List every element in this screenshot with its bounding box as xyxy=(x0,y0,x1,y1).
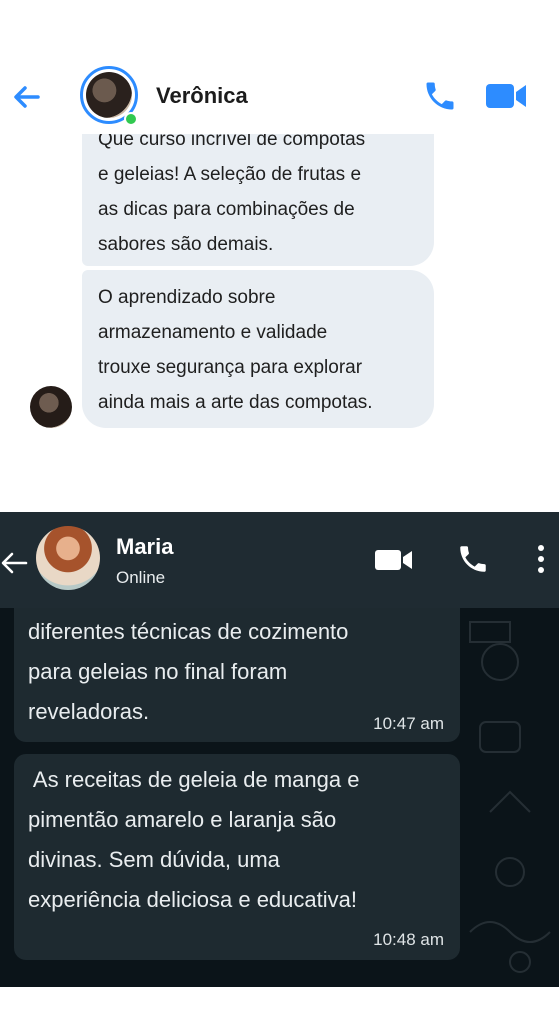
back-arrow-icon[interactable] xyxy=(0,550,28,576)
contact-status: Online xyxy=(116,568,166,587)
whatsapp-header: Maria Online xyxy=(0,512,559,608)
messenger-screenshot: Que curso incrível de compotas e geleias… xyxy=(0,0,559,512)
message-bubble: As receitas de geleia de manga e pimentã… xyxy=(14,754,460,960)
message-line: trouxe segurança para explorar xyxy=(98,357,363,378)
phone-icon[interactable] xyxy=(422,78,458,114)
more-vertical-icon[interactable] xyxy=(534,542,548,576)
video-camera-icon[interactable] xyxy=(484,80,528,112)
message-line: diferentes técnicas de cozimento xyxy=(28,619,349,644)
message-line: ainda mais a arte das compotas. xyxy=(98,392,373,413)
sender-avatar[interactable] xyxy=(30,386,72,428)
message-line: As receitas de geleia de manga e xyxy=(28,767,360,792)
messenger-thread: Que curso incrível de compotas e geleias… xyxy=(0,110,559,440)
message-bubble: O aprendizado sobre armazenamento e vali… xyxy=(82,270,434,428)
message-line: pimentão amarelo e laranja são xyxy=(28,807,337,832)
avatar-image xyxy=(86,72,132,118)
phone-icon[interactable] xyxy=(456,542,490,576)
message-timestamp: 10:47 am xyxy=(373,714,444,733)
message-line: experiência deliciosa e educativa! xyxy=(28,887,357,912)
message-line: divinas. Sem dúvida, uma xyxy=(28,847,280,872)
video-camera-icon[interactable] xyxy=(374,546,414,574)
message-bubble: diferentes técnicas de cozimento para ge… xyxy=(14,608,460,742)
message-line: as dicas para combinações de xyxy=(98,199,355,220)
contact-name[interactable]: Verônica xyxy=(156,83,248,109)
online-indicator xyxy=(124,112,138,126)
message-timestamp: 10:48 am xyxy=(373,930,444,949)
messenger-header: Verônica xyxy=(0,60,559,134)
contact-avatar[interactable] xyxy=(36,526,100,590)
message-line: O aprendizado sobre xyxy=(98,287,276,308)
message-line: sabores são demais. xyxy=(98,234,274,255)
back-arrow-icon[interactable] xyxy=(10,80,44,114)
message-line: para geleias no final foram xyxy=(28,659,288,684)
message-line: armazenamento e validade xyxy=(98,322,328,343)
contact-name[interactable]: Maria xyxy=(116,534,173,560)
message-line: e geleias! A seleção de frutas e xyxy=(98,164,362,185)
whatsapp-screenshot: diferentes técnicas de cozimento para ge… xyxy=(0,512,559,987)
